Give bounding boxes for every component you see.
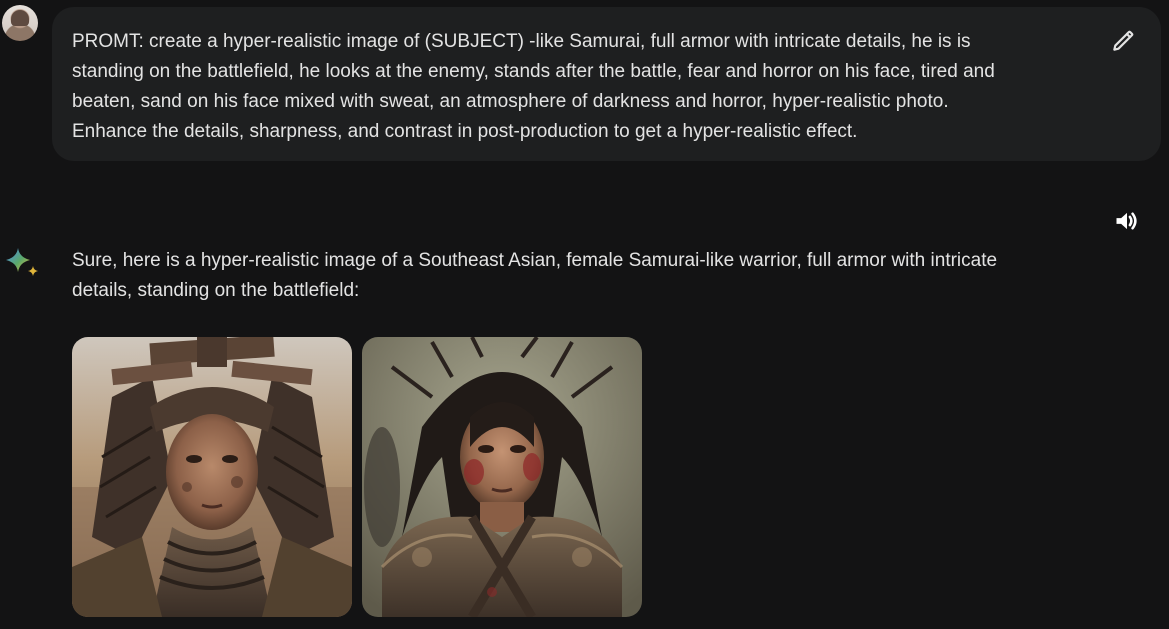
generated-image-1[interactable] <box>72 337 352 617</box>
user-avatar[interactable] <box>2 5 38 41</box>
read-aloud-button[interactable] <box>1110 204 1144 238</box>
chat-page: PROMT: create a hyper-realistic image of… <box>0 0 1169 629</box>
user-prompt-text: PROMT: create a hyper-realistic image of… <box>72 27 1092 147</box>
edit-prompt-button[interactable] <box>1106 24 1140 58</box>
model-response-text: Sure, here is a hyper-realistic image of… <box>72 246 1122 306</box>
avatar-hair <box>11 10 29 26</box>
generated-image-samurai-helmet <box>72 337 352 617</box>
prompt-line: PROMT: create a hyper-realistic image of… <box>72 31 971 52</box>
pencil-icon <box>1113 30 1134 51</box>
response-line: Sure, here is a hyper-realistic image of… <box>72 250 998 271</box>
prompt-line: standing on the battlefield, he looks at… <box>72 61 995 82</box>
prompt-line: Enhance the details, sharpness, and cont… <box>72 121 858 142</box>
response-line: details, standing on the battlefield: <box>72 280 360 301</box>
generated-image-2[interactable] <box>362 337 642 617</box>
prompt-line: beaten, sand on his face mixed with swea… <box>72 91 949 112</box>
gemini-sparkle-icon <box>6 248 38 276</box>
user-prompt-bubble: PROMT: create a hyper-realistic image of… <box>52 7 1161 161</box>
speaker-icon <box>1116 212 1137 230</box>
generated-image-warrior-hair <box>362 337 642 617</box>
